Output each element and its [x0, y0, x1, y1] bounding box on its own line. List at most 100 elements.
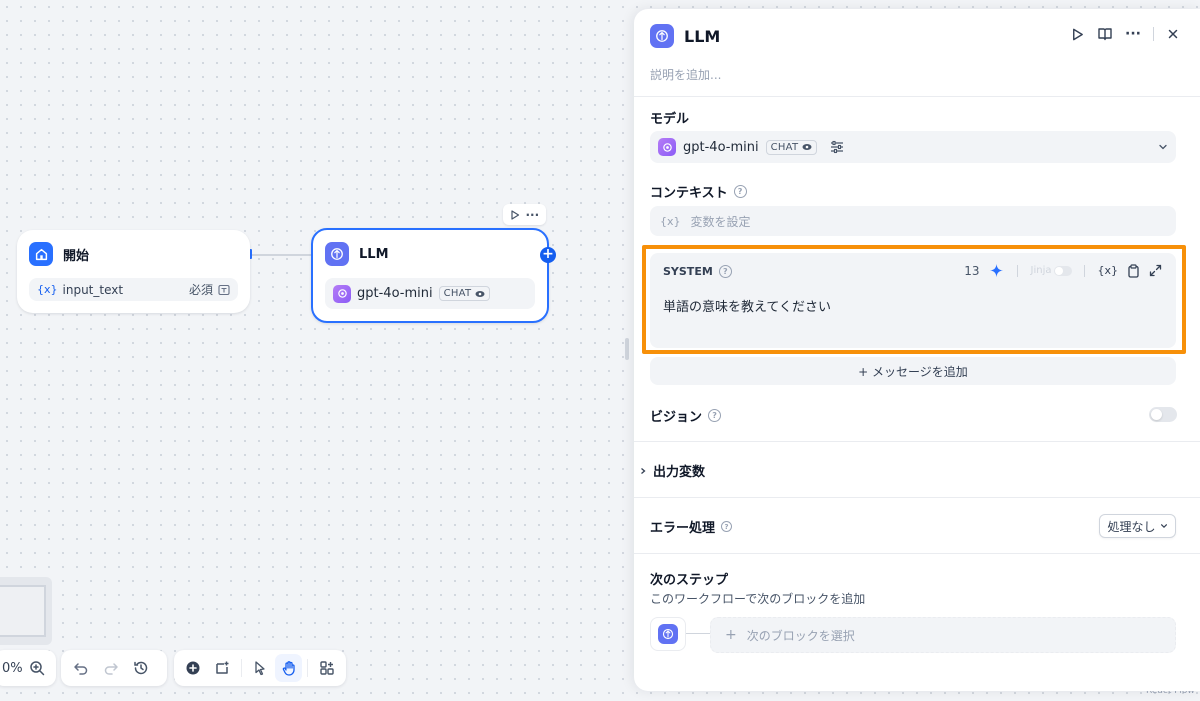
eye-icon: [475, 290, 485, 297]
llm-node[interactable]: LLM gpt-4o-mini CHAT +: [311, 228, 556, 323]
description-input[interactable]: 説明を追加...: [650, 66, 721, 83]
chat-badge-label: CHAT: [770, 141, 799, 153]
zoom-in-icon[interactable]: [25, 654, 50, 682]
context-variable-input[interactable]: {x} 変数を設定: [650, 206, 1176, 236]
eye-icon: [802, 144, 812, 150]
next-step-section-label: 次のステップ: [650, 569, 728, 588]
jinja-toggle[interactable]: [1054, 265, 1073, 276]
output-vars-label: 出力変数: [653, 465, 706, 480]
help-icon[interactable]: ?: [708, 409, 722, 422]
chat-badge-label: CHAT: [443, 288, 472, 299]
add-next-node-button[interactable]: +: [540, 247, 556, 263]
text-input-icon: [218, 284, 230, 296]
model-label: モデル: [650, 112, 690, 127]
jinja-label: Jinja: [1030, 265, 1052, 276]
insert-variable-icon[interactable]: {x}: [1097, 264, 1118, 277]
vision-section-label: ビジョン ?: [650, 406, 722, 425]
error-handling-value: 処理なし: [1107, 519, 1156, 534]
vision-label: ビジョン: [650, 410, 703, 425]
run-step-icon[interactable]: [1070, 27, 1085, 42]
llm-node-icon: [325, 242, 349, 266]
output-vars-toggle[interactable]: 出力変数: [639, 461, 705, 480]
section-divider: [634, 441, 1200, 442]
panel-header: LLM: [650, 24, 720, 48]
llm-node-title: LLM: [359, 246, 389, 262]
add-note-icon[interactable]: [209, 654, 236, 682]
home-icon: [29, 242, 53, 266]
actions-divider: [1016, 264, 1018, 277]
run-node-icon[interactable]: [510, 209, 520, 220]
system-label: SYSTEM: [663, 265, 713, 278]
add-block-icon[interactable]: [180, 654, 207, 682]
chat-badge: CHAT: [765, 139, 818, 155]
help-icon[interactable]: ?: [718, 265, 732, 278]
organize-blocks-icon[interactable]: [313, 654, 340, 682]
llm-icon: [658, 624, 678, 644]
model-name: gpt-4o-mini: [683, 139, 759, 155]
node-settings-panel: LLM ··· 説明を追加... モデル gpt-4o-mini CHAT コン…: [634, 9, 1200, 691]
panel-resize-handle[interactable]: [625, 338, 629, 360]
required-label: 必須: [188, 283, 213, 297]
tools-toolbar: [174, 650, 346, 686]
error-handling-select[interactable]: 処理なし: [1099, 514, 1176, 538]
start-node[interactable]: 開始 {x} input_text 必須: [17, 230, 250, 313]
token-count: 13: [964, 263, 980, 278]
llm-node-model: gpt-4o-mini CHAT: [325, 278, 535, 309]
chevron-right-icon: [639, 467, 647, 475]
edge-start-llm: [250, 254, 312, 256]
zoom-toolbar: 0%: [0, 650, 56, 686]
toolbar-divider: [307, 659, 309, 677]
select-next-block-label: 次のブロックを選択: [746, 628, 855, 643]
minimap-viewport: [0, 585, 46, 637]
system-prompt-text[interactable]: 単語の意味を教えてください: [663, 296, 831, 315]
toolbar-divider: [240, 659, 242, 677]
redo-icon[interactable]: [97, 654, 125, 682]
system-prompt-actions: 13 Jinja {x}: [964, 263, 1162, 278]
context-label: コンテキスト: [650, 186, 728, 201]
history-icon[interactable]: [127, 654, 155, 682]
model-params-icon[interactable]: [830, 140, 844, 154]
more-options-icon[interactable]: ···: [1125, 27, 1141, 41]
zoom-level[interactable]: 0%: [2, 661, 23, 676]
context-placeholder: 変数を設定: [690, 214, 751, 229]
start-node-variable[interactable]: {x} input_text 必須: [29, 278, 238, 301]
minimap[interactable]: [0, 577, 52, 645]
close-icon[interactable]: [1166, 27, 1180, 41]
context-section-label: コンテキスト ?: [650, 182, 747, 201]
variable-icon: {x}: [37, 283, 58, 296]
chevron-down-icon: [1160, 522, 1168, 530]
section-divider: [634, 553, 1200, 554]
copy-icon[interactable]: [1127, 263, 1140, 278]
hand-icon[interactable]: [275, 654, 303, 682]
help-icon[interactable]: ?: [733, 185, 747, 198]
chat-badge: CHAT: [438, 286, 491, 301]
vision-toggle[interactable]: [1149, 407, 1177, 422]
llm-panel-icon: [650, 24, 674, 48]
model-section-label: モデル: [650, 108, 689, 127]
add-message-button[interactable]: + メッセージを追加: [650, 357, 1176, 385]
header-divider: [1153, 27, 1154, 41]
error-handling-section-label: エラー処理 ?: [650, 517, 733, 536]
system-prompt-editor[interactable]: SYSTEM ? 13 Jinja {x} 単語の意味を教えてください: [650, 253, 1176, 348]
help-book-icon[interactable]: [1097, 26, 1113, 42]
history-toolbar: [61, 650, 167, 686]
help-icon[interactable]: ?: [721, 521, 733, 532]
variable-icon: {x}: [660, 214, 681, 228]
pointer-icon[interactable]: [247, 654, 274, 682]
more-icon[interactable]: ···: [525, 209, 539, 221]
header-divider-line: [634, 96, 1200, 97]
system-label-row: SYSTEM ?: [663, 265, 732, 278]
expand-icon[interactable]: [1149, 264, 1162, 277]
select-next-block-button[interactable]: + 次のブロックを選択: [710, 617, 1176, 653]
openai-icon: [333, 284, 351, 303]
plus-icon: +: [725, 627, 737, 643]
model-selector[interactable]: gpt-4o-mini CHAT: [650, 131, 1176, 163]
undo-icon[interactable]: [67, 654, 95, 682]
current-block-icon: [650, 617, 686, 651]
llm-node-toolbar: ···: [503, 204, 546, 225]
variable-name: input_text: [62, 282, 124, 297]
panel-title[interactable]: LLM: [684, 27, 720, 46]
sparkle-icon[interactable]: [989, 263, 1004, 278]
openai-icon: [658, 138, 676, 156]
error-handling-label: エラー処理: [650, 521, 716, 536]
